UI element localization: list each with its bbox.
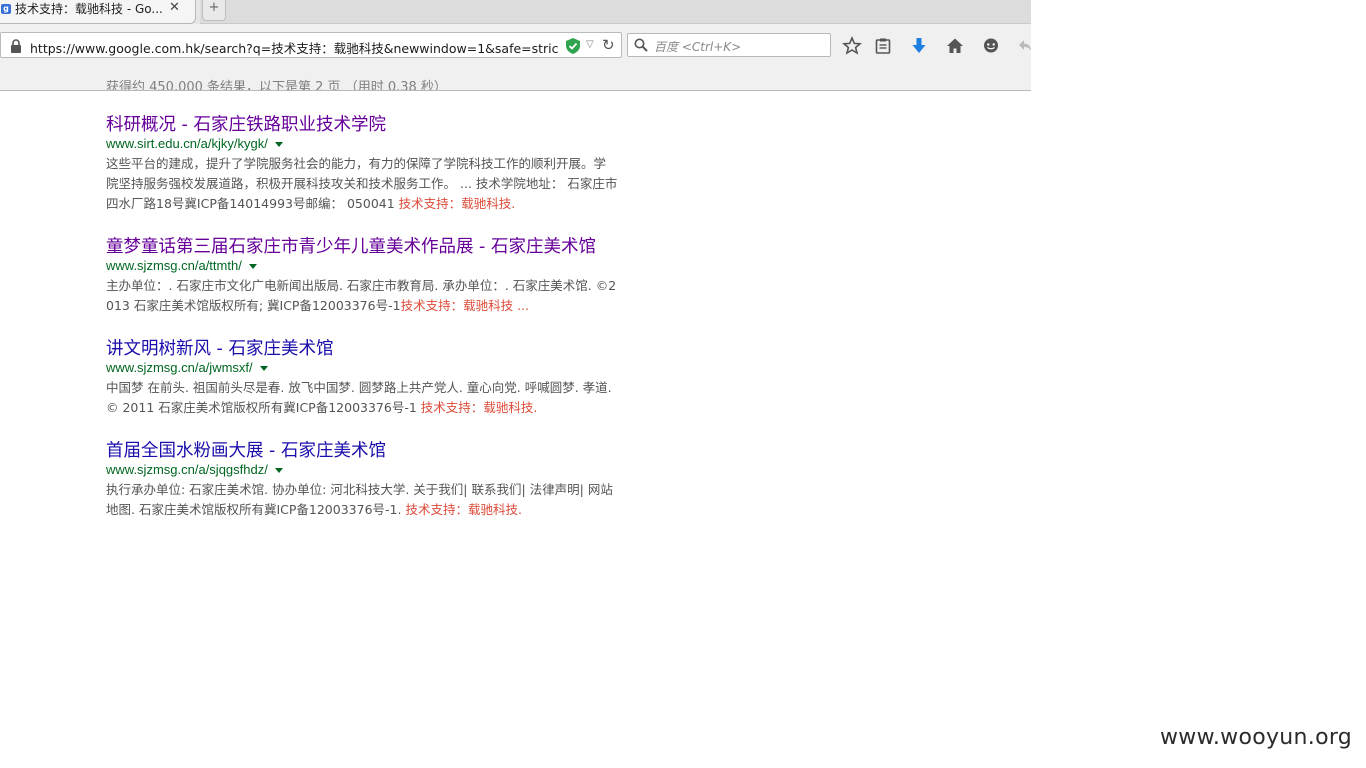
shield-icon[interactable]: [566, 38, 580, 54]
result-url-text[interactable]: www.sjzmsg.cn/a/jwmsxf/: [106, 360, 253, 375]
snippet-highlight: 载驰科技: [461, 196, 512, 211]
snippet-separator: ：: [448, 196, 462, 211]
new-tab-button[interactable]: +: [202, 0, 226, 21]
home-icon[interactable]: [945, 36, 965, 56]
url-text[interactable]: https://www.google.com.hk/search?q=技术支持：…: [30, 38, 558, 57]
clipboard-icon[interactable]: [873, 36, 893, 56]
google-favicon-icon: g: [1, 4, 11, 14]
search-icon: [634, 38, 648, 52]
snippet-highlight: 技术支持: [398, 196, 449, 211]
result-url: www.sjzmsg.cn/a/ttmth/: [106, 258, 626, 274]
tab-strip: g 技术支持：载驰科技 - Go... ✕ +: [0, 0, 1031, 24]
snippet-highlight: 技术支持: [400, 298, 451, 313]
caret-down-icon[interactable]: [259, 366, 268, 372]
lock-icon: [11, 39, 21, 53]
tab-title: 技术支持：载驰科技 - Go...: [15, 2, 163, 16]
result-url: www.sirt.edu.cn/a/kjky/kygk/: [106, 136, 626, 152]
snippet-text: 这些平台的建成，提升了学院服务社会的能力，有力的保障了学院科技工作的顺利开展。学…: [106, 156, 618, 211]
result-url-text[interactable]: www.sjzmsg.cn/a/sjqgsfhdz/: [106, 462, 268, 477]
address-bar[interactable]: https://www.google.com.hk/search?q=技术支持：…: [0, 32, 622, 58]
search-box[interactable]: 百度 <Ctrl+K>: [627, 33, 831, 57]
snippet-separator: ：: [470, 400, 484, 415]
result-url: www.sjzmsg.cn/a/jwmsxf/: [106, 360, 626, 376]
snippet-text: 主办单位：. 石家庄市文化广电新闻出版局. 石家庄市教育局. 承办单位：. 石家…: [106, 278, 617, 313]
search-result: 童梦童话第三届石家庄市青少年儿童美术作品展 - 石家庄美术馆 www.sjzms…: [106, 236, 626, 316]
star-icon[interactable]: [842, 36, 862, 56]
snippet-tail: ...: [513, 298, 530, 313]
download-arrow-icon[interactable]: [909, 36, 929, 56]
result-url-text[interactable]: www.sirt.edu.cn/a/kjky/kygk/: [106, 136, 268, 151]
caret-down-icon[interactable]: [274, 142, 283, 148]
reload-icon[interactable]: ↻: [602, 36, 615, 54]
result-snippet: 中国梦 在前头. 祖国前头尽是春. 放飞中国梦. 圆梦路上共产党人. 童心向党.…: [106, 378, 618, 418]
result-title-link[interactable]: 童梦童话第三届石家庄市青少年儿童美术作品展 - 石家庄美术馆: [106, 236, 626, 258]
result-stats: 获得约 450,000 条结果，以下是第 2 页 （用时 0.38 秒）: [106, 80, 447, 90]
navigation-toolbar: https://www.google.com.hk/search?q=技术支持：…: [0, 32, 1031, 60]
snippet-highlight: 载驰科技: [463, 298, 514, 313]
snippet-highlight: 载驰科技: [483, 400, 534, 415]
caret-down-icon[interactable]: [248, 264, 257, 270]
snippet-highlight: 技术支持: [420, 400, 471, 415]
snippet-highlight: 技术支持: [405, 502, 456, 517]
snippet-highlight: 载驰科技: [467, 502, 518, 517]
result-snippet: 主办单位：. 石家庄市文化广电新闻出版局. 石家庄市教育局. 承办单位：. 石家…: [106, 276, 618, 316]
browser-tab-active[interactable]: g 技术支持：载驰科技 - Go... ✕: [0, 0, 196, 24]
result-title-link[interactable]: 首届全国水粉画大展 - 石家庄美术馆: [106, 440, 626, 462]
url-dropdown-icon[interactable]: ▽: [586, 39, 594, 50]
result-url: www.sjzmsg.cn/a/sjqgsfhdz/: [106, 462, 626, 478]
search-result: 科研概况 - 石家庄铁路职业技术学院 www.sirt.edu.cn/a/kjk…: [106, 114, 626, 214]
result-snippet: 这些平台的建成，提升了学院服务社会的能力，有力的保障了学院科技工作的顺利开展。学…: [106, 154, 618, 214]
watermark: www.wooyun.org: [1160, 725, 1353, 750]
back-arrow-icon[interactable]: [1016, 36, 1036, 56]
snippet-tail: .: [517, 502, 522, 517]
search-result: 讲文明树新风 - 石家庄美术馆 www.sjzmsg.cn/a/jwmsxf/ …: [106, 338, 626, 418]
tab-strip-background: [200, 0, 1031, 24]
chat-bubble-icon[interactable]: [981, 36, 1001, 56]
caret-down-icon[interactable]: [274, 468, 283, 474]
snippet-tail: .: [511, 196, 516, 211]
result-snippet: 执行承办单位: 石家庄美术馆. 协办单位: 河北科技大学. 关于我们| 联系我们…: [106, 480, 618, 520]
search-result: 首届全国水粉画大展 - 石家庄美术馆 www.sjzmsg.cn/a/sjqgs…: [106, 440, 626, 520]
snippet-separator: ：: [455, 502, 468, 517]
snippet-tail: .: [533, 400, 538, 415]
close-tab-icon[interactable]: ✕: [169, 1, 180, 14]
result-url-text[interactable]: www.sjzmsg.cn/a/ttmth/: [106, 258, 242, 273]
result-title-link[interactable]: 讲文明树新风 - 石家庄美术馆: [106, 338, 626, 360]
snippet-text: 执行承办单位: 石家庄美术馆. 协办单位: 河北科技大学. 关于我们| 联系我们…: [106, 482, 613, 517]
snippet-separator: ：: [450, 298, 464, 313]
result-title-link[interactable]: 科研概况 - 石家庄铁路职业技术学院: [106, 114, 626, 136]
search-placeholder: 百度 <Ctrl+K>: [654, 40, 742, 54]
